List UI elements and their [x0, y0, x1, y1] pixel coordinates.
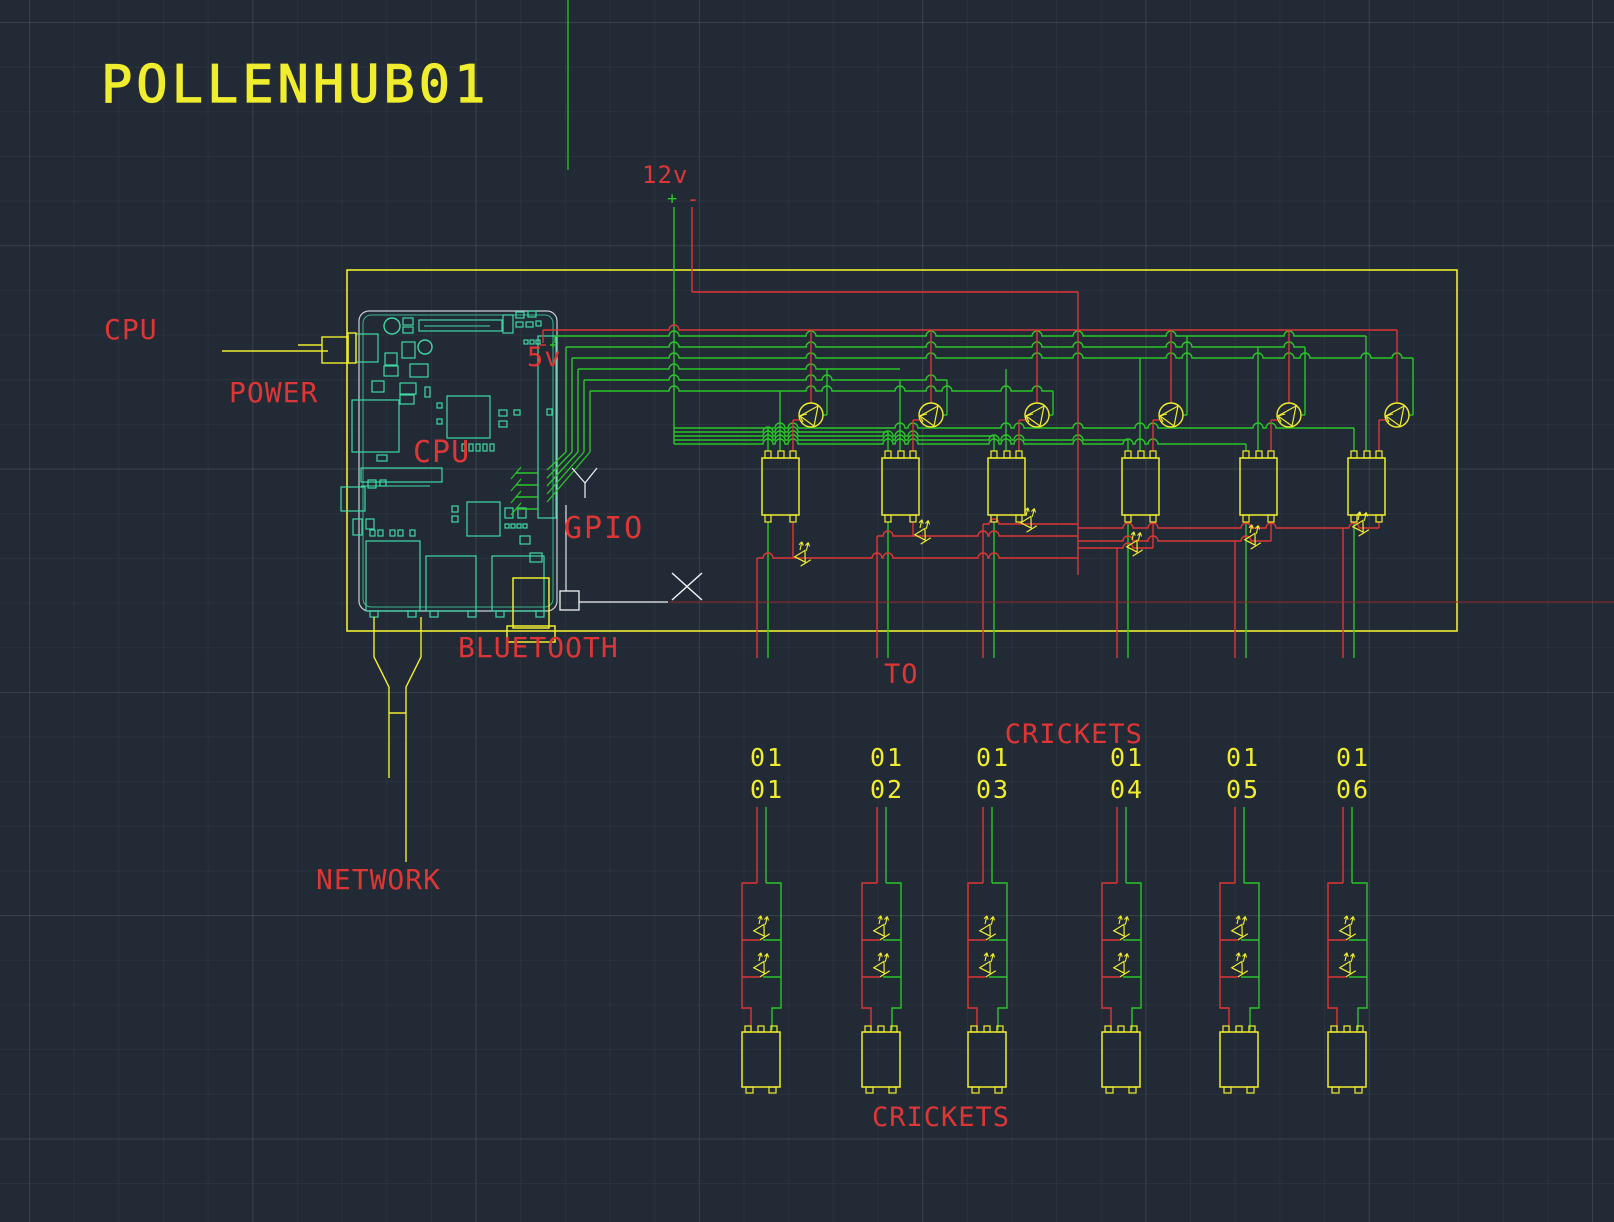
- selection-box: [559, 590, 580, 611]
- led-icon: [1230, 952, 1249, 978]
- cpu-board: [222, 310, 558, 862]
- led-icon: [1351, 511, 1370, 537]
- cad-drawing-canvas[interactable]: [0, 0, 1614, 1222]
- led-icon: [1125, 531, 1144, 557]
- led-icon: [752, 952, 771, 978]
- pump-icon: [1024, 402, 1050, 428]
- pump-icon: [798, 402, 824, 428]
- crosshair-cursor: [559, 0, 1614, 611]
- led-icon: [1112, 915, 1131, 941]
- pump-icon: [1384, 402, 1410, 428]
- led-icon: [1338, 915, 1357, 941]
- led-icon: [1112, 952, 1131, 978]
- led-icon: [1243, 524, 1262, 550]
- led-icon: [1019, 507, 1038, 533]
- led-icon: [752, 915, 771, 941]
- pump-icon: [1158, 402, 1184, 428]
- crosshair-x-icon: [671, 572, 703, 601]
- led-icon: [1338, 952, 1357, 978]
- pump-icon: [918, 402, 944, 428]
- cad-viewport[interactable]: POLLENHUB01 CPU POWER CPU 5v 12v + - GPI…: [0, 0, 1614, 1222]
- led-icon: [978, 952, 997, 978]
- cricket-modules: [741, 915, 1367, 1094]
- led-icon: [872, 952, 891, 978]
- red-wires: [542, 207, 1398, 1030]
- led-icon: [793, 541, 812, 567]
- led-icon: [978, 915, 997, 941]
- led-icon: [913, 519, 932, 545]
- led-icon: [1230, 915, 1249, 941]
- led-icon: [872, 915, 891, 941]
- pump-icon: [1276, 402, 1302, 428]
